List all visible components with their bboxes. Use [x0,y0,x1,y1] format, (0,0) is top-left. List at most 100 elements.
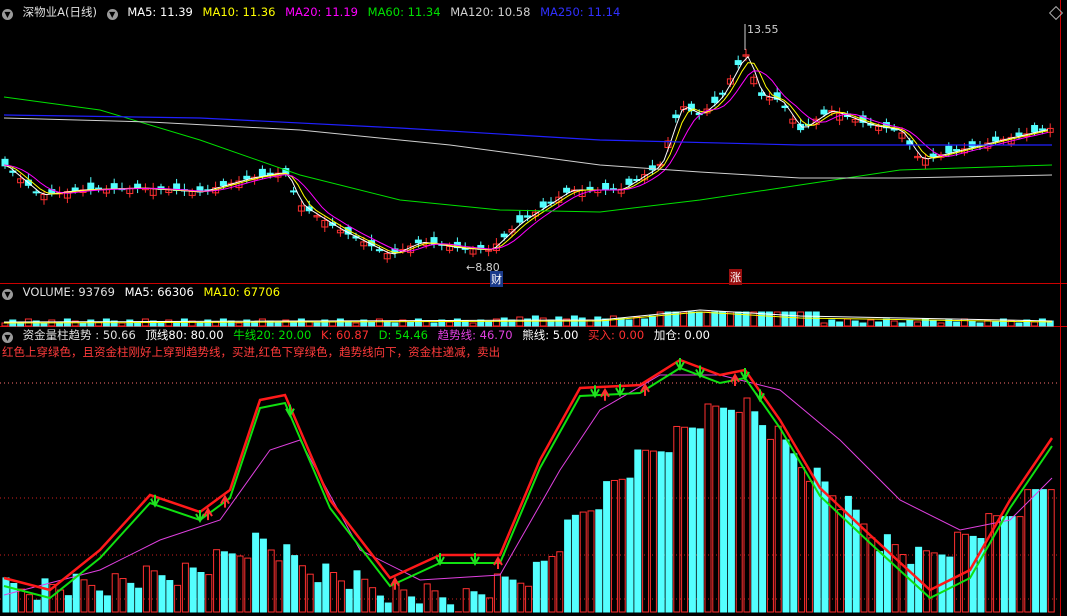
flow-bar [80,579,88,613]
buy-legend: 买入: 0.00 [588,328,645,342]
volume-bar [375,318,383,327]
flow-bar [688,427,696,613]
flow-bar [174,584,182,613]
volume-bar [313,322,321,327]
volume-bar [882,318,890,327]
flow-bar [579,511,587,613]
candle-body [243,175,251,180]
flow-bar [587,510,595,613]
k-legend: K: 60.87 [320,328,369,342]
volume-bar [851,320,859,327]
finance-badge[interactable]: 财 [490,271,503,287]
flow-bar [930,552,938,613]
flow-bar [774,425,782,613]
candle-body [1031,125,1039,133]
sell-arrow-icon [675,358,685,372]
flow-bar [798,467,806,613]
flow-bar [423,583,431,613]
flow-bar [751,411,759,613]
flow-bar [166,580,174,613]
limit-up-badge[interactable]: 涨 [729,269,742,285]
volume-bar [875,321,883,327]
flow-bar [158,575,166,613]
volume-bar [196,322,204,327]
flow-bar [96,590,104,613]
flow-bar [189,567,197,613]
flow-bar [649,450,657,613]
candle-body [134,183,142,189]
flow-bar [681,426,689,613]
volume-bar [890,320,898,327]
ma20-legend: MA20: 11.19 [285,5,358,19]
flow-bar [220,551,228,613]
flow-bar [532,561,540,613]
volume-bar [391,322,399,327]
volume-bar [274,322,282,327]
flow-bar [470,591,478,613]
candle-body [625,178,633,185]
flow-bar [181,562,189,613]
candle-body [375,249,383,252]
flow-bar [564,519,572,613]
flow-bar [782,439,790,613]
top-line-legend: 顶线80: 80.00 [145,328,224,342]
chart-canvas[interactable] [0,0,1067,616]
flow-bar [64,595,72,613]
trend-line [3,374,1053,596]
flow-bar [595,509,603,613]
volume-bar [352,322,360,327]
flow-bar [88,584,96,613]
flow-bar [283,544,291,613]
volume-bar [750,311,758,327]
flow-bar [1016,516,1024,613]
candle-body [992,136,1000,142]
high-price-marker: 13.55 [747,23,779,36]
flow-bar [759,425,767,613]
candle-body [968,141,976,148]
flow-bar [205,574,213,613]
volume-bar [914,321,922,327]
flow-bar [447,604,455,613]
flow-bar [103,595,111,613]
menu-chevron-icon[interactable]: ▼ [2,9,13,20]
candle-body [71,187,79,192]
volume-bar [430,322,438,327]
flow-bar [275,560,283,613]
flow-bar [384,602,392,613]
flow-bar [33,599,41,613]
volume-bar [804,311,812,327]
flow-bar [322,563,330,613]
flow-bar [462,588,470,613]
candle-body [820,109,828,115]
ma60-line [3,96,1053,213]
vol-ma10-legend: MA10: 67706 [203,285,281,299]
menu-chevron-icon[interactable]: ▼ [2,332,13,343]
volume-bar [711,311,719,327]
volume-bar [719,311,727,327]
volume-bar [828,319,836,327]
volume-bar [157,322,165,327]
flow-bar [876,551,884,613]
flow-bar [571,514,579,613]
volume-bar [820,322,828,327]
volume-bar [500,317,508,327]
flow-bar [127,582,135,613]
buy-arrow-icon [390,576,400,590]
volume-bar [687,311,695,327]
vol-ma5-line [3,309,1053,323]
flow-bar [610,479,618,613]
flow-bar [353,570,361,613]
d-legend: D: 54.46 [378,328,428,342]
menu-chevron-icon[interactable]: ▼ [106,9,118,20]
flow-bar [408,596,416,613]
buy-arrow-icon [640,382,650,396]
buy-arrow-icon [600,387,610,401]
flow-bar [1032,489,1040,613]
candle-body [258,168,266,177]
volume-bar [648,315,656,327]
volume-bar [937,322,945,327]
candle-body [110,183,118,190]
flow-bar [337,580,345,613]
menu-chevron-icon[interactable]: ▼ [2,289,13,300]
d-line [3,366,1053,600]
